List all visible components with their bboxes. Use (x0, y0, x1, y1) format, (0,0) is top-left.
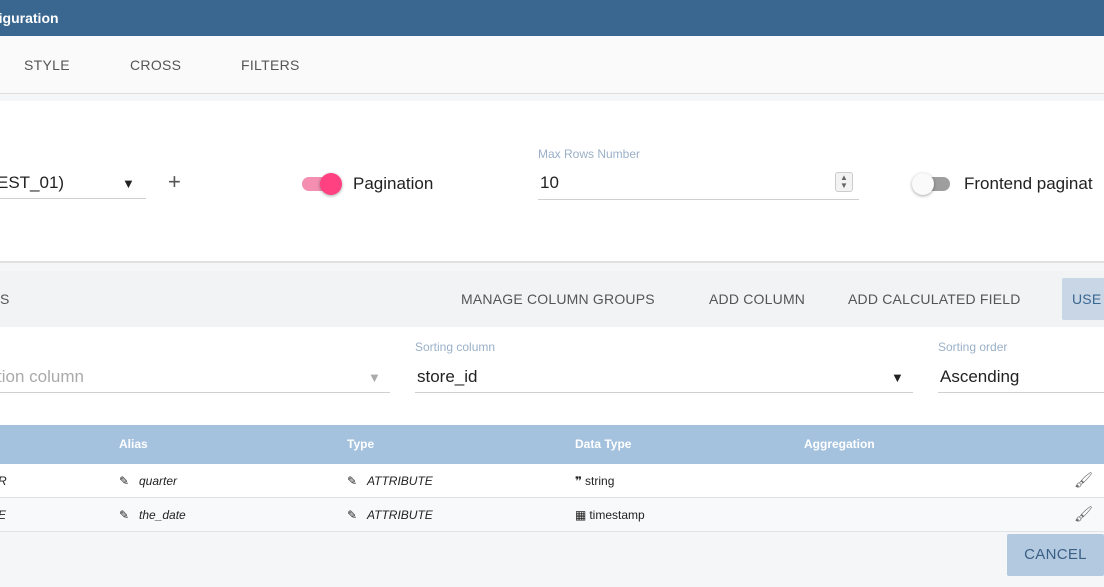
aggregation-column-select[interactable]: tion column ▼ (0, 363, 390, 393)
cell-alias[interactable]: ✎ the_date (119, 498, 186, 532)
header-aggregation[interactable]: Aggregation (804, 425, 875, 464)
cell-data-type-text: timestamp (589, 508, 645, 522)
dialog-title: figuration (0, 10, 59, 26)
cell-type[interactable]: ✎ ATTRIBUTE (347, 498, 433, 532)
chevron-down-icon: ▼ (891, 370, 904, 385)
manage-column-groups-button[interactable]: MANAGE COLUMN GROUPS (461, 271, 655, 327)
max-rows-input[interactable]: 10 ▲ ▼ (538, 169, 859, 200)
cell-type[interactable]: ✎ ATTRIBUTE (347, 464, 433, 498)
cancel-button[interactable]: CANCEL (1007, 534, 1104, 576)
aggregation-column-placeholder: tion column (0, 367, 84, 386)
brush-icon[interactable]: 🖌 (1074, 471, 1093, 489)
header-alias[interactable]: Alias (119, 425, 148, 464)
max-rows-label: Max Rows Number (538, 147, 641, 161)
dataset-select[interactable]: EST_01) ▼ (0, 169, 146, 199)
frontend-pagination-toggle[interactable] (912, 172, 954, 196)
pagination-toggle[interactable] (300, 172, 342, 196)
frontend-pagination-label: Frontend paginat (964, 174, 1093, 193)
number-spinner-icon[interactable]: ▲ ▼ (835, 172, 853, 192)
toggle-knob (912, 173, 934, 195)
edit-icon: ✎ (347, 508, 358, 522)
cell-alias-text: quarter (139, 474, 178, 488)
sorting-panel: tion column ▼ Sorting column store_id ▼ … (0, 327, 1104, 425)
cell-data-type-text: string (585, 474, 615, 488)
chevron-down-icon: ▼ (368, 370, 381, 385)
table-row[interactable]: R ✎ quarter ✎ ATTRIBUTE ❞string 🖌 (0, 464, 1104, 498)
sorting-column-label: Sorting column (415, 340, 496, 354)
quote-icon: ❞ (575, 474, 583, 488)
edit-icon: ✎ (119, 508, 130, 522)
dataset-panel: EST_01) ▼ + Pagination Max Rows Number 1… (0, 101, 1104, 263)
table-row[interactable]: E ✎ the_date ✎ ATTRIBUTE ▦timestamp 🖌 (0, 498, 1104, 532)
cell-type-text: ATTRIBUTE (367, 508, 433, 522)
tab-bar: STYLE CROSS FILTERS (0, 36, 1104, 94)
sorting-column-select[interactable]: store_id ▼ (415, 363, 913, 393)
cell-type-text: ATTRIBUTE (367, 474, 433, 488)
max-rows-value: 10 (540, 173, 559, 192)
tab-style[interactable]: STYLE (24, 36, 70, 94)
columns-toolbar: S MANAGE COLUMN GROUPS ADD COLUMN ADD CA… (0, 271, 1104, 327)
dialog-titlebar: figuration (0, 0, 1104, 36)
add-column-button[interactable]: ADD COLUMN (709, 271, 805, 327)
dataset-select-value: EST_01) (0, 173, 65, 192)
cell-data-type: ▦ timestamp (575, 498, 645, 532)
columns-grid-header: Alias Type Data Type Aggregation (0, 425, 1104, 464)
brush-icon[interactable]: 🖌 (1074, 505, 1093, 523)
sorting-order-value: Ascending (940, 367, 1020, 386)
tab-filters[interactable]: FILTERS (241, 36, 300, 94)
use-button[interactable]: USE (1062, 278, 1104, 320)
calendar-icon: ▦ (575, 508, 587, 522)
cell-name: E (0, 498, 6, 532)
edit-icon: ✎ (119, 474, 130, 488)
pagination-label: Pagination (353, 174, 434, 193)
chevron-down-icon: ▼ (122, 176, 135, 191)
cell-alias[interactable]: ✎ quarter (119, 464, 177, 498)
edit-icon: ✎ (347, 474, 358, 488)
add-dataset-button[interactable]: + (168, 169, 181, 195)
tab-cross[interactable]: CROSS (130, 36, 181, 94)
sorting-column-value: store_id (417, 367, 478, 386)
cell-name: R (0, 464, 7, 498)
cell-data-type: ❞ string (575, 464, 614, 498)
toggle-knob (320, 173, 342, 195)
sorting-order-select[interactable]: Ascending (938, 363, 1104, 393)
header-type[interactable]: Type (347, 425, 374, 464)
sorting-order-label: Sorting order (938, 340, 1008, 354)
header-data-type[interactable]: Data Type (575, 425, 631, 464)
columns-section-title: S (0, 291, 10, 307)
add-calculated-field-button[interactable]: ADD CALCULATED FIELD (848, 271, 1021, 327)
cell-alias-text: the_date (139, 508, 186, 522)
